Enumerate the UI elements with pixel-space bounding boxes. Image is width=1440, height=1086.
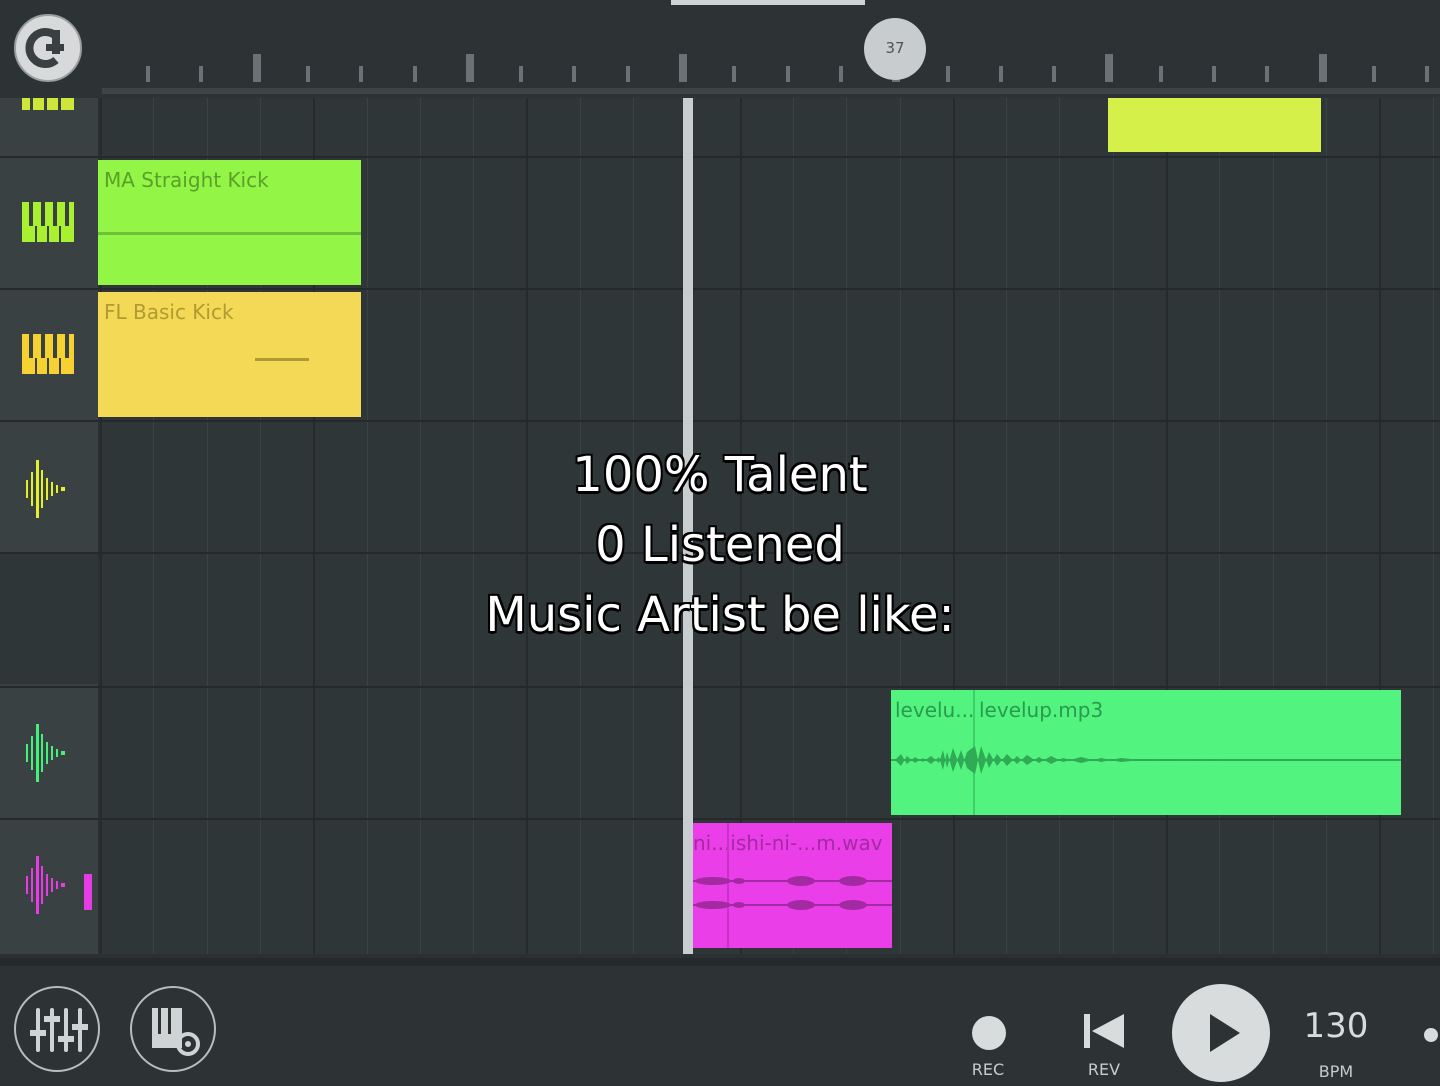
grid-line (1272, 98, 1274, 954)
piano-roll-icon (22, 334, 74, 374)
bpm-label: BPM (1318, 1062, 1354, 1081)
pattern-clip-ma-straight-kick[interactable]: MA Straight Kick (98, 160, 361, 285)
audio-waveform (683, 876, 892, 910)
audio-waveform (891, 746, 1401, 774)
ruler-tick (1052, 66, 1057, 82)
timeline-scroll-indicator[interactable] (671, 0, 865, 5)
grid-line (1166, 98, 1168, 954)
record-dot-icon (972, 1016, 1006, 1050)
timeline-header: 37 (0, 0, 1440, 98)
track-divider (0, 818, 1440, 820)
ruler-tick (305, 66, 310, 82)
ruler-tick (838, 66, 843, 82)
grid-line (366, 98, 368, 954)
track-list (0, 98, 98, 954)
play-icon (1210, 1014, 1240, 1052)
ruler-baseline (102, 88, 1440, 94)
clip-note-line (255, 358, 309, 361)
track-divider (0, 420, 1440, 422)
piano-roll-icon (22, 202, 74, 242)
waveform-icon (26, 460, 65, 518)
track-1-header[interactable] (0, 98, 98, 156)
waveform-icon (26, 856, 92, 914)
track-4-header[interactable] (0, 422, 98, 552)
ruler-tick (732, 66, 737, 82)
grid-line (1325, 98, 1327, 954)
timeline-ruler[interactable] (102, 52, 1440, 92)
ruler-tick (519, 66, 524, 82)
rewind-button[interactable]: REV (1064, 1006, 1144, 1079)
ruler-tick (572, 66, 577, 82)
ruler-tick (465, 54, 474, 82)
rev-label: REV (1087, 1060, 1121, 1079)
track-3-header[interactable] (0, 290, 98, 420)
ruler-tick (625, 66, 630, 82)
waveform-icon (26, 724, 65, 782)
ruler-tick (359, 66, 364, 82)
ruler-tick (785, 66, 790, 82)
piano-roll-icon (22, 98, 74, 110)
app-logo-button[interactable] (14, 14, 82, 82)
ruler-tick (1371, 66, 1376, 82)
ruler-tick (1212, 66, 1216, 82)
ruler-tick (146, 66, 150, 82)
more-dot-icon[interactable] (1424, 1028, 1438, 1042)
ruler-tick (1318, 54, 1327, 82)
ruler-tick (199, 66, 204, 82)
track-divider (0, 686, 1440, 688)
bpm-value: 130 (1303, 1006, 1369, 1046)
fl-logo-icon (25, 28, 64, 68)
track-divider (0, 156, 1440, 158)
grid-line (1219, 98, 1221, 954)
ruler-tick (998, 66, 1003, 82)
ruler-tick (412, 66, 417, 82)
instruments-button[interactable] (130, 986, 216, 1072)
rec-label: REC (971, 1060, 1005, 1079)
audio-clip-ishi-wav[interactable]: ni...ishi-ni-...m.wav (683, 823, 892, 948)
tempo-control[interactable]: 130 BPM (1296, 1006, 1376, 1086)
track-7-header[interactable] (0, 818, 98, 954)
piano-settings-icon (152, 1008, 200, 1056)
grid-line (1059, 98, 1061, 954)
caption-line-2: 0 Listened (595, 517, 845, 573)
ruler-tick (1265, 66, 1270, 82)
grid-line (1379, 98, 1382, 954)
meme-caption: 100% Talent 0 Listened Music Artist be l… (420, 440, 1020, 650)
track-2-header[interactable] (0, 158, 98, 288)
mixer-sliders-icon (30, 1008, 88, 1052)
play-button[interactable] (1172, 984, 1270, 1082)
transport-bar: REC REV 130 BPM (0, 958, 1440, 1084)
ruler-tick (1425, 66, 1430, 82)
mixer-button[interactable] (14, 986, 100, 1072)
ruler-tick (252, 54, 261, 82)
pattern-clip-fl-basic-kick[interactable]: FL Basic Kick (98, 292, 361, 417)
record-button[interactable]: REC (948, 1006, 1028, 1079)
grid-line (1112, 98, 1114, 954)
clip-label: MA Straight Kick (104, 168, 269, 192)
ruler-tick (945, 66, 950, 82)
caption-line-3: Music Artist be like: (485, 587, 955, 643)
skip-back-icon (1084, 1014, 1124, 1048)
track-5-header[interactable] (0, 554, 98, 684)
track-divider (0, 288, 1440, 290)
grid-line (1432, 98, 1434, 954)
song-position-badge[interactable]: 37 (864, 18, 926, 80)
ruler-tick (1105, 54, 1114, 82)
audio-clip-levelup[interactable]: levelu... levelup.mp3 (891, 690, 1401, 815)
track-6-header[interactable] (0, 686, 98, 816)
ruler-tick (679, 54, 687, 82)
clip-note-line (98, 232, 361, 235)
pattern-clip-top[interactable] (1108, 98, 1321, 152)
caption-line-1: 100% Talent (572, 447, 868, 503)
clip-label: FL Basic Kick (104, 300, 234, 324)
ruler-tick (1158, 66, 1163, 82)
